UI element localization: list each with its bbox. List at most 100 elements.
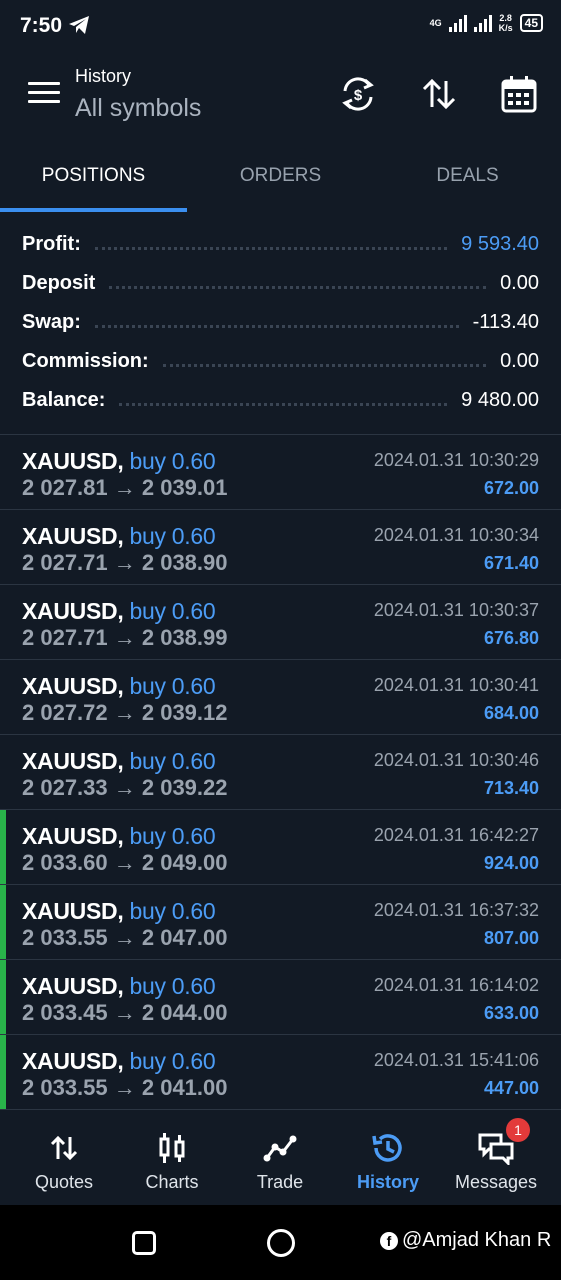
active-tab-indicator bbox=[0, 208, 187, 212]
nav-quotes[interactable]: Quotes bbox=[8, 1110, 120, 1205]
summary-value: 9 480.00 bbox=[461, 389, 539, 411]
charts-icon bbox=[152, 1128, 192, 1168]
position-prices: 2 033.55 → 2 041.00 bbox=[22, 1075, 228, 1100]
status-time: 7:50 bbox=[20, 14, 63, 37]
currency-exchange-button[interactable]: $ bbox=[336, 72, 380, 116]
sort-icon bbox=[422, 78, 456, 110]
tab-positions[interactable]: POSITIONS bbox=[0, 148, 187, 206]
network-type: 4G bbox=[429, 18, 442, 28]
position-marker bbox=[0, 885, 6, 959]
position-datetime: 2024.01.31 15:41:06 bbox=[373, 1050, 539, 1070]
position-prices: 2 033.55 → 2 047.00 bbox=[22, 925, 228, 950]
position-row[interactable]: XAUUSD, buy 0.60 2 027.71 → 2 038.90 202… bbox=[0, 510, 561, 585]
tab-bar: POSITIONS ORDERS DEALS bbox=[0, 148, 561, 212]
bottom-navigation: Quotes Charts Trade History 1 Messages bbox=[0, 1110, 561, 1205]
dotted-leader bbox=[119, 403, 448, 406]
position-type: buy 0.60 bbox=[129, 973, 216, 999]
position-profit: 447.00 bbox=[483, 1078, 539, 1098]
position-symbol: XAUUSD, buy 0.60 bbox=[22, 898, 216, 924]
network-speed: 2.8 K/s bbox=[498, 13, 513, 33]
signal-icon bbox=[448, 14, 467, 32]
nav-charts[interactable]: Charts bbox=[116, 1110, 228, 1205]
summary-row-deposit: Deposit 0.00 bbox=[0, 264, 561, 303]
position-datetime: 2024.01.31 10:30:46 bbox=[373, 750, 539, 770]
position-profit: 672.00 bbox=[483, 478, 539, 498]
position-symbol: XAUUSD, buy 0.60 bbox=[22, 823, 216, 849]
position-marker bbox=[0, 960, 6, 1034]
position-marker bbox=[0, 1035, 6, 1109]
position-prices: 2 027.72 → 2 039.12 bbox=[22, 700, 228, 725]
position-datetime: 2024.01.31 16:42:27 bbox=[373, 825, 539, 845]
position-type: buy 0.60 bbox=[129, 898, 216, 924]
dotted-leader bbox=[162, 364, 487, 367]
sort-button[interactable] bbox=[417, 72, 461, 116]
position-datetime: 2024.01.31 10:30:37 bbox=[373, 600, 539, 620]
status-bar: 7:50 4G 2.8 K/s 45 bbox=[0, 0, 561, 52]
position-row[interactable]: XAUUSD, buy 0.60 2 027.33 → 2 039.22 202… bbox=[0, 735, 561, 810]
position-row[interactable]: XAUUSD, buy 0.60 2 033.55 → 2 047.00 202… bbox=[0, 885, 561, 960]
position-datetime: 2024.01.31 16:14:02 bbox=[373, 975, 539, 995]
tab-orders[interactable]: ORDERS bbox=[187, 148, 374, 206]
position-prices: 2 033.60 → 2 049.00 bbox=[22, 850, 228, 875]
nav-label: History bbox=[356, 1172, 419, 1192]
notification-badge: 1 bbox=[506, 1118, 530, 1142]
calendar-icon bbox=[501, 76, 537, 113]
position-prices: 2 027.71 → 2 038.99 bbox=[22, 625, 228, 650]
summary-label: Swap: bbox=[22, 311, 81, 333]
position-marker bbox=[0, 810, 6, 884]
position-type: buy 0.60 bbox=[129, 523, 216, 549]
position-row[interactable]: XAUUSD, buy 0.60 2 033.45 → 2 044.00 202… bbox=[0, 960, 561, 1035]
position-profit: 633.00 bbox=[483, 1003, 539, 1023]
summary-row-commission: Commission: 0.00 bbox=[0, 342, 561, 381]
position-datetime: 2024.01.31 10:30:29 bbox=[373, 450, 539, 470]
summary-label: Commission: bbox=[22, 350, 149, 372]
position-type: buy 0.60 bbox=[129, 673, 216, 699]
quotes-icon bbox=[44, 1128, 84, 1168]
trade-icon bbox=[260, 1128, 300, 1168]
account-summary: Profit: 9 593.40 Deposit 0.00 Swap: -113… bbox=[0, 225, 561, 420]
nav-label: Messages bbox=[454, 1172, 538, 1192]
tab-deals[interactable]: DEALS bbox=[374, 148, 561, 206]
facebook-icon: f bbox=[380, 1231, 398, 1250]
nav-messages[interactable]: 1 Messages bbox=[440, 1110, 552, 1205]
dotted-leader bbox=[94, 325, 459, 328]
battery-icon: 45 bbox=[519, 14, 543, 32]
position-type: buy 0.60 bbox=[129, 448, 216, 474]
position-profit: 671.40 bbox=[483, 553, 539, 573]
position-row[interactable]: XAUUSD, buy 0.60 2 027.71 → 2 038.99 202… bbox=[0, 585, 561, 660]
position-prices: 2 027.71 → 2 038.90 bbox=[22, 550, 228, 575]
summary-label: Profit: bbox=[22, 233, 81, 255]
status-indicators: 4G 2.8 K/s 45 bbox=[430, 13, 543, 33]
summary-row-profit: Profit: 9 593.40 bbox=[0, 225, 561, 264]
summary-value: 9 593.40 bbox=[461, 233, 539, 255]
position-symbol: XAUUSD, buy 0.60 bbox=[22, 673, 216, 699]
position-prices: 2 027.33 → 2 039.22 bbox=[22, 775, 228, 800]
currency-exchange-icon: $ bbox=[342, 77, 374, 111]
position-symbol: XAUUSD, buy 0.60 bbox=[22, 1048, 216, 1074]
summary-row-swap: Swap: -113.40 bbox=[0, 303, 561, 342]
recents-button[interactable] bbox=[132, 1231, 156, 1255]
nav-history[interactable]: History bbox=[332, 1110, 444, 1205]
home-button[interactable] bbox=[267, 1229, 295, 1257]
summary-label: Deposit bbox=[22, 272, 96, 294]
position-row[interactable]: XAUUSD, buy 0.60 2 033.55 → 2 041.00 202… bbox=[0, 1035, 561, 1110]
symbol-filter[interactable]: All symbols bbox=[75, 94, 201, 123]
menu-icon[interactable] bbox=[28, 82, 60, 106]
nav-trade[interactable]: Trade bbox=[224, 1110, 336, 1205]
position-row[interactable]: XAUUSD, buy 0.60 2 033.60 → 2 049.00 202… bbox=[0, 810, 561, 885]
position-type: buy 0.60 bbox=[129, 823, 216, 849]
watermark: f @Amjad Khan R bbox=[380, 1229, 551, 1252]
app-header: History All symbols $ bbox=[0, 52, 561, 138]
position-row[interactable]: XAUUSD, buy 0.60 2 027.81 → 2 039.01 202… bbox=[0, 435, 561, 510]
summary-value: -113.40 bbox=[472, 311, 539, 333]
page-title: History bbox=[75, 66, 132, 86]
summary-value: 0.00 bbox=[500, 272, 539, 294]
position-symbol: XAUUSD, buy 0.60 bbox=[22, 523, 216, 549]
summary-row-balance: Balance: 9 480.00 bbox=[0, 381, 561, 420]
calendar-button[interactable] bbox=[497, 72, 541, 116]
svg-text:$: $ bbox=[354, 87, 363, 104]
dotted-leader bbox=[94, 247, 448, 250]
position-row[interactable]: XAUUSD, buy 0.60 2 027.72 → 2 039.12 202… bbox=[0, 660, 561, 735]
nav-label: Quotes bbox=[34, 1172, 94, 1192]
position-datetime: 2024.01.31 16:37:32 bbox=[373, 900, 539, 920]
